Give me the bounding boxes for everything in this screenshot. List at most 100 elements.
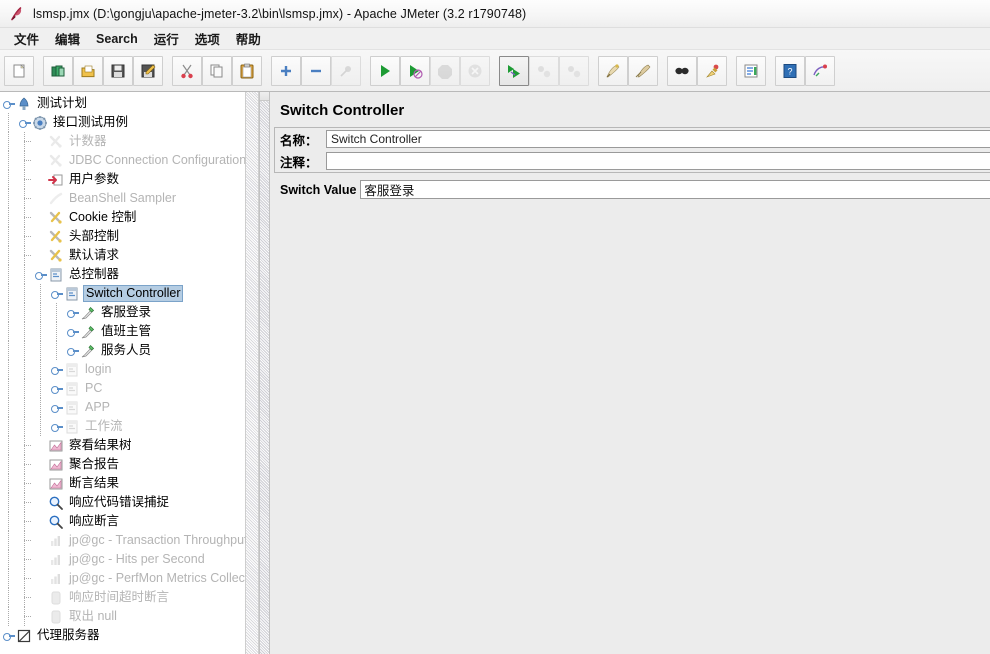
name-row: 名称： Switch Controller bbox=[275, 128, 990, 150]
save-icon[interactable] bbox=[103, 55, 133, 86]
collapse-all-icon[interactable] bbox=[301, 55, 331, 86]
search-icon[interactable] bbox=[667, 55, 697, 86]
cut-icon[interactable] bbox=[172, 55, 202, 86]
tree-expand-handle-icon[interactable] bbox=[64, 324, 80, 340]
new-icon[interactable] bbox=[4, 55, 34, 86]
tree-node[interactable]: 聚合报告 bbox=[0, 455, 246, 474]
tree-indent-guide bbox=[0, 360, 16, 379]
tree-node[interactable]: Switch Controller bbox=[0, 284, 246, 303]
name-comment-box: 名称： Switch Controller 注释： bbox=[274, 127, 990, 173]
tree-collapse-handle-icon[interactable] bbox=[16, 115, 32, 131]
tree-expand-handle-icon[interactable] bbox=[48, 381, 64, 397]
toolbar-separator bbox=[490, 51, 499, 91]
open-icon[interactable] bbox=[73, 55, 103, 86]
tree-node[interactable]: 工作流 bbox=[0, 417, 246, 436]
tree-node[interactable]: jp@gc - Transaction Throughput vs Thread… bbox=[0, 531, 246, 550]
tree-node[interactable]: jp@gc - Hits per Second bbox=[0, 550, 246, 569]
tree-node[interactable]: 头部控制 bbox=[0, 227, 246, 246]
tree-node-label: APP bbox=[85, 400, 111, 414]
tree-node[interactable]: 响应代码错误捕捉 bbox=[0, 493, 246, 512]
name-input[interactable]: Switch Controller bbox=[326, 130, 990, 148]
tree-node[interactable]: 代理服务器 bbox=[0, 626, 246, 645]
tree-node[interactable]: 服务人员 bbox=[0, 341, 246, 360]
tree-indent-guide bbox=[16, 189, 32, 208]
tree-collapse-handle-icon[interactable] bbox=[32, 267, 48, 283]
tree-node[interactable]: 测试计划 bbox=[0, 94, 246, 113]
tree-collapse-handle-icon[interactable] bbox=[48, 286, 64, 302]
tree-indent-guide bbox=[0, 531, 16, 550]
tree-node-label: 响应时间超时断言 bbox=[69, 590, 170, 604]
menu-options[interactable]: 选项 bbox=[187, 27, 228, 50]
tree-expand-handle-icon[interactable] bbox=[48, 362, 64, 378]
panel-splitter[interactable] bbox=[259, 92, 270, 654]
menu-help[interactable]: 帮助 bbox=[228, 27, 269, 50]
tree-indent-guide bbox=[0, 436, 16, 455]
tree-node[interactable]: 默认请求 bbox=[0, 246, 246, 265]
tree-vertical-scrollbar[interactable] bbox=[245, 92, 258, 654]
tree-node[interactable]: login bbox=[0, 360, 246, 379]
paste-icon[interactable] bbox=[232, 55, 262, 86]
tree-node[interactable]: 察看结果树 bbox=[0, 436, 246, 455]
tree-expand-handle-icon[interactable] bbox=[64, 343, 80, 359]
tree-node[interactable]: Cookie 控制 bbox=[0, 208, 246, 227]
tree-node[interactable]: JDBC Connection Configuration bbox=[0, 151, 246, 170]
tree-indent-guide bbox=[0, 474, 16, 493]
tree-node[interactable]: 总控制器 bbox=[0, 265, 246, 284]
start-icon[interactable] bbox=[370, 55, 400, 86]
function-helper-icon[interactable] bbox=[736, 55, 766, 86]
undo-redo-icon[interactable] bbox=[805, 55, 835, 86]
tree-collapse-handle-icon[interactable] bbox=[0, 96, 16, 112]
tree-node[interactable]: jp@gc - PerfMon Metrics Collector bbox=[0, 569, 246, 588]
templates-icon[interactable] bbox=[43, 55, 73, 86]
search-reset-icon[interactable] bbox=[697, 55, 727, 86]
tree-indent-guide bbox=[0, 303, 16, 322]
tree-node[interactable]: 接口测试用例 bbox=[0, 113, 246, 132]
tree-indent-guide bbox=[0, 132, 16, 151]
tree-node[interactable]: 计数器 bbox=[0, 132, 246, 151]
expand-all-icon[interactable] bbox=[271, 55, 301, 86]
tree-node[interactable]: APP bbox=[0, 398, 246, 417]
switch-value-input[interactable]: 客服登录 bbox=[360, 180, 990, 199]
tree-indent-guide bbox=[0, 493, 16, 512]
tree-node[interactable]: 取出 null bbox=[0, 607, 246, 626]
element-editor-panel: Switch Controller 名称： Switch Controller … bbox=[270, 92, 990, 654]
tree-node[interactable]: BeanShell Sampler bbox=[0, 189, 246, 208]
tree-node[interactable]: 响应时间超时断言 bbox=[0, 588, 246, 607]
clear-all-icon[interactable] bbox=[628, 55, 658, 86]
menu-edit[interactable]: 编辑 bbox=[47, 27, 88, 50]
tree-indent-guide bbox=[32, 303, 48, 322]
tree-expand-handle-icon[interactable] bbox=[64, 305, 80, 321]
tree-node[interactable]: 用户参数 bbox=[0, 170, 246, 189]
tree-indent-guide bbox=[0, 455, 16, 474]
tree-expand-handle-icon[interactable] bbox=[0, 628, 16, 644]
help-icon[interactable]: ? bbox=[775, 55, 805, 86]
comment-input[interactable] bbox=[326, 152, 990, 170]
clear-icon[interactable] bbox=[598, 55, 628, 86]
tree-expand-handle-icon[interactable] bbox=[48, 400, 64, 416]
copy-icon[interactable] bbox=[202, 55, 232, 86]
shutdown-icon bbox=[460, 55, 490, 86]
menu-search[interactable]: Search bbox=[88, 30, 146, 48]
config-icon bbox=[48, 248, 64, 264]
remote-start-all-icon[interactable] bbox=[499, 55, 529, 86]
start-no-pauses-icon[interactable] bbox=[400, 55, 430, 86]
tree-indent-guide bbox=[16, 512, 32, 531]
menu-run[interactable]: 运行 bbox=[146, 27, 187, 50]
tree-expand-handle-icon[interactable] bbox=[48, 419, 64, 435]
menu-file[interactable]: 文件 bbox=[6, 27, 47, 50]
tree-node[interactable]: 响应断言 bbox=[0, 512, 246, 531]
save-as-icon[interactable] bbox=[133, 55, 163, 86]
tree-indent-guide bbox=[16, 303, 32, 322]
tree-node[interactable]: PC bbox=[0, 379, 246, 398]
main-split: 测试计划接口测试用例 计数器 JDBC Connection Configurati… bbox=[0, 92, 990, 654]
test-plan-tree[interactable]: 测试计划接口测试用例 计数器 JDBC Connection Configurati… bbox=[0, 92, 246, 645]
tree-node-label: 测试计划 bbox=[37, 96, 88, 110]
tree-node[interactable]: 客服登录 bbox=[0, 303, 246, 322]
tree-node[interactable]: 值班主管 bbox=[0, 322, 246, 341]
tree-node[interactable]: 断言结果 bbox=[0, 474, 246, 493]
user-params-icon bbox=[48, 172, 64, 188]
tree-node-label: 响应断言 bbox=[69, 514, 120, 528]
